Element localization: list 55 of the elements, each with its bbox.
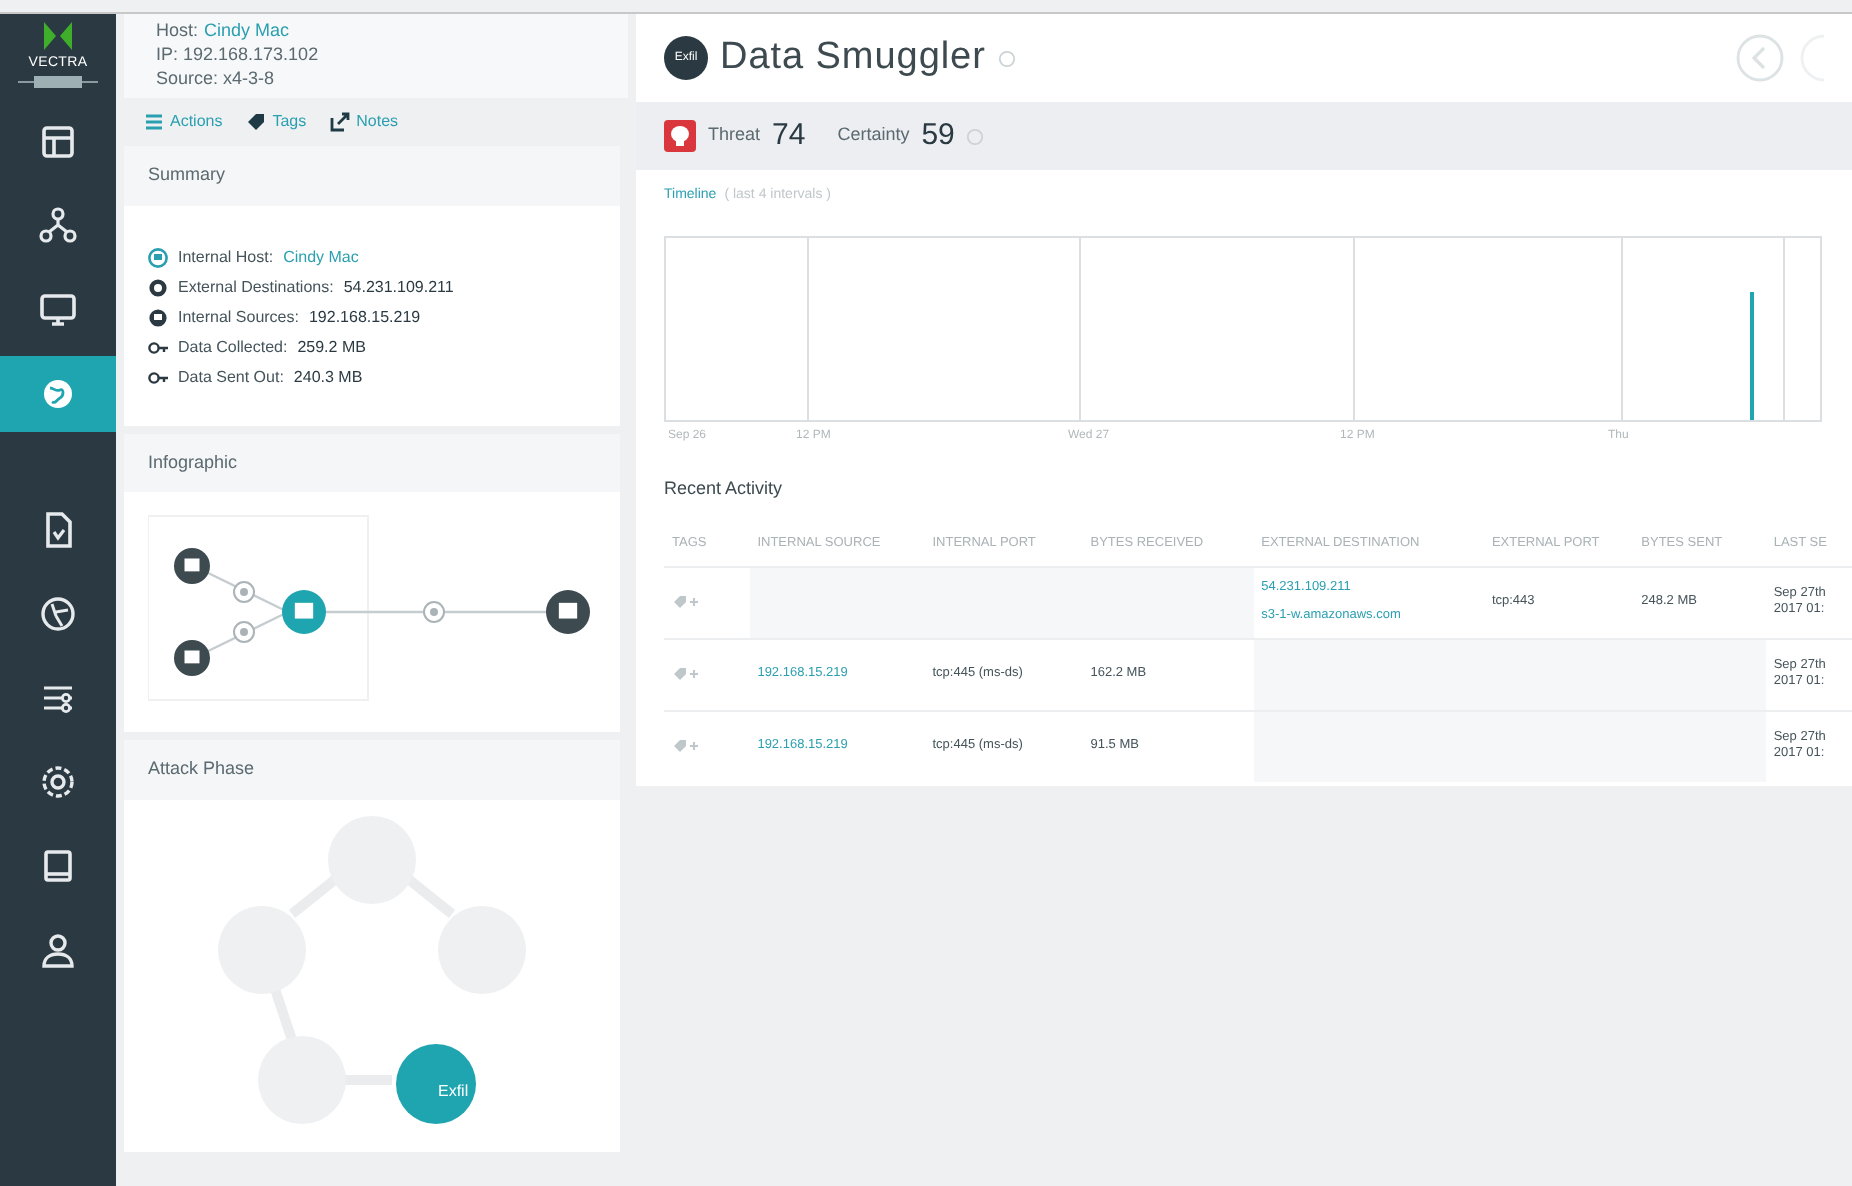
summary-label: Data Sent Out:	[178, 365, 284, 389]
toolbar-button[interactable]: Tags	[246, 110, 307, 134]
summary-link[interactable]: Cindy Mac	[283, 245, 359, 269]
tag-icon	[246, 112, 267, 132]
host-node	[174, 640, 210, 676]
host-icon	[148, 307, 168, 327]
section-title: Recent Activity	[664, 475, 785, 502]
share-icon	[330, 112, 351, 132]
dashboard-icon	[38, 121, 78, 161]
host-node	[174, 548, 210, 584]
book-icon	[38, 845, 78, 885]
certainty-score: 59	[921, 115, 955, 156]
toolbar-button[interactable]: Actions	[144, 110, 223, 134]
list-icon	[144, 112, 164, 132]
host-link[interactable]: Cindy Mac	[204, 18, 290, 42]
phase-label: Exfil	[438, 1079, 469, 1103]
panel-title: Summary	[124, 146, 620, 205]
host-label: Host:	[156, 18, 199, 42]
panel-title: Infographic	[124, 433, 620, 492]
panel-title: Attack Phase	[124, 740, 620, 799]
certainty-label: Certainty	[837, 122, 910, 149]
detection-title: Data Smuggler	[720, 33, 986, 82]
host-ip: IP: 192.168.173.102	[156, 42, 321, 66]
summary-value: 259.2 MB	[297, 335, 366, 359]
summary-value: 192.168.15.219	[308, 305, 421, 329]
logo-icon	[42, 18, 74, 54]
settings-icon	[38, 761, 78, 801]
network-icon	[38, 205, 78, 245]
summary-value: 54.231.109.211	[343, 275, 454, 299]
toolbar-button[interactable]: Notes	[330, 110, 399, 134]
summary-label: Internal Host:	[178, 245, 274, 269]
key-icon	[148, 367, 168, 387]
host-icon	[148, 247, 168, 267]
add-tag-icon	[672, 594, 700, 610]
info-icon	[966, 127, 985, 145]
user-icon	[38, 929, 78, 969]
summary-label: Data Collected:	[178, 335, 288, 359]
host-node	[546, 590, 590, 634]
host-source: Source: x4-3-8	[156, 66, 277, 90]
summary-value: 240.3 MB	[293, 365, 363, 389]
previous-icon	[1736, 34, 1784, 82]
summary-label: External Destinations:	[178, 275, 334, 299]
protocol-icon	[233, 621, 255, 643]
protocol-icon	[423, 601, 445, 623]
key-icon	[148, 337, 168, 357]
add-tag-icon	[672, 666, 700, 682]
host-node	[282, 590, 326, 634]
protocol-icon	[233, 581, 255, 603]
threat-score: 74	[772, 115, 806, 156]
summary-label: Internal Sources:	[178, 305, 299, 329]
threat-label: Threat	[708, 122, 761, 149]
monitor-icon	[38, 289, 78, 329]
info-icon	[997, 49, 1016, 67]
add-tag-icon	[672, 738, 700, 755]
version-bar-icon	[18, 75, 98, 87]
